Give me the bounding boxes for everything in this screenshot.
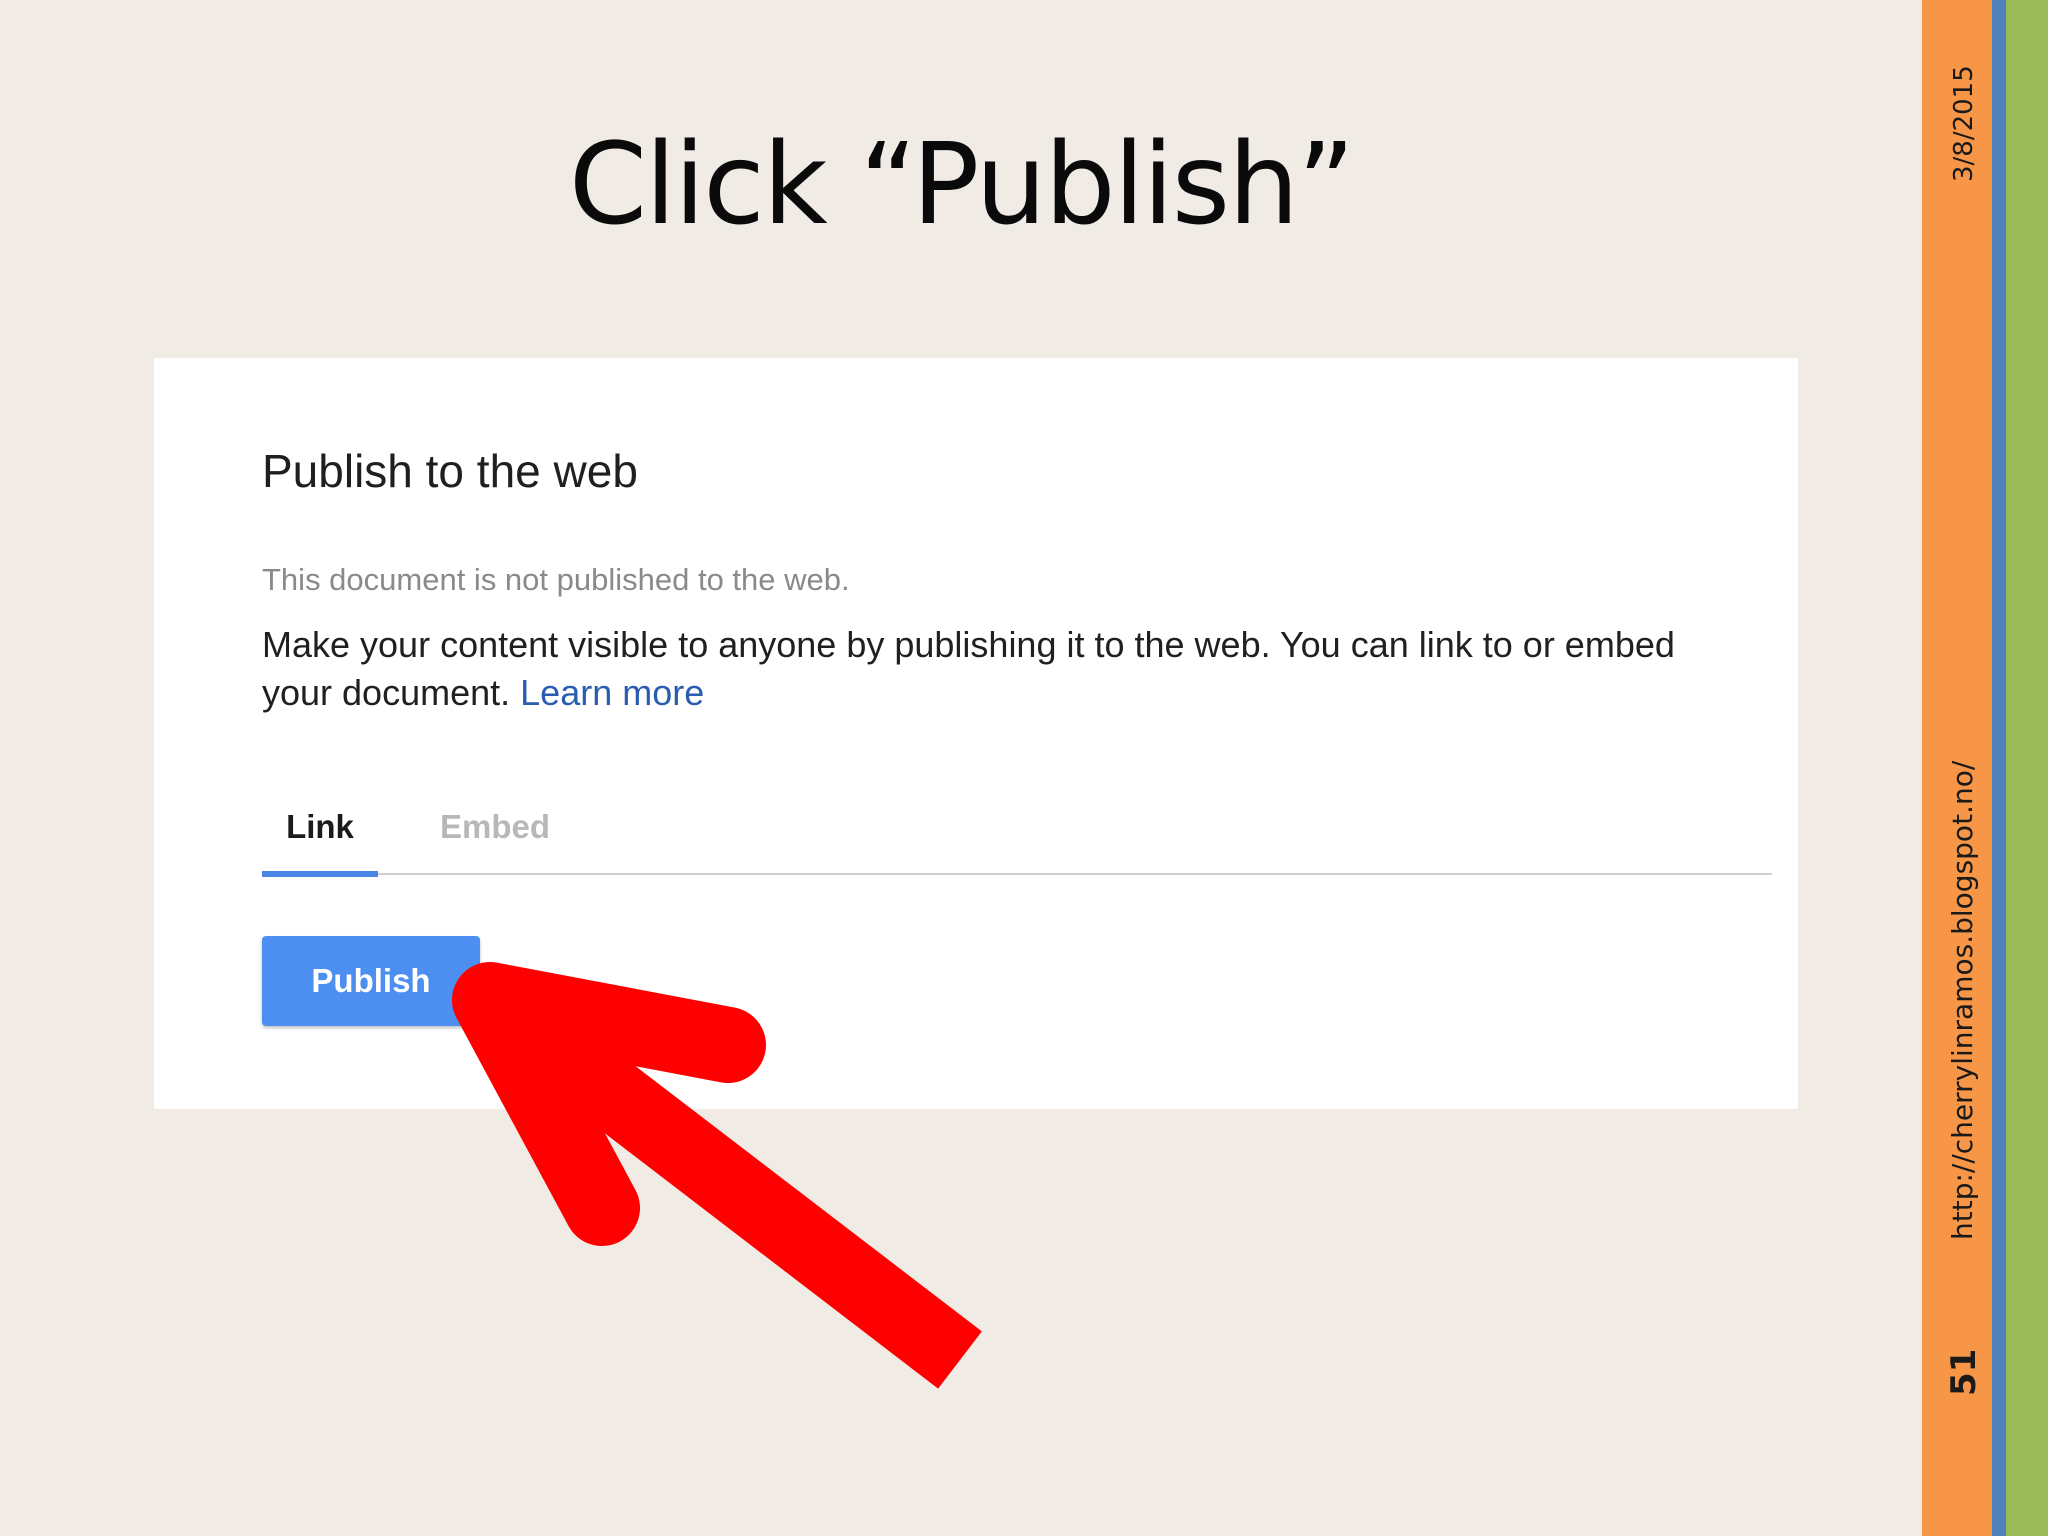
learn-more-link[interactable]: Learn more — [520, 672, 704, 713]
slide-url: http://cherrylinramos.blogspot.no/ — [1946, 760, 1979, 1240]
slide-number: 51 — [1944, 1348, 1984, 1396]
publish-button[interactable]: Publish — [262, 936, 480, 1026]
slide-title: Click “Publish” — [568, 120, 1355, 250]
slide: Click “Publish” Publish to the web This … — [0, 0, 2048, 1536]
publish-status-text: This document is not published to the we… — [262, 562, 850, 597]
side-bar-green — [2006, 0, 2048, 1536]
dialog-description: Make your content visible to anyone by p… — [262, 621, 1682, 717]
tab-link[interactable]: Link — [262, 808, 378, 877]
dialog-title: Publish to the web — [262, 445, 638, 497]
side-bar-blue — [1992, 0, 2006, 1536]
slide-date: 3/8/2015 — [1949, 65, 1979, 182]
description-text: Make your content visible to anyone by p… — [262, 624, 1675, 713]
tab-bar: Link Embed — [262, 798, 1772, 877]
tab-embed[interactable]: Embed — [440, 808, 550, 846]
publish-dialog: Publish to the web This document is not … — [154, 358, 1798, 1109]
